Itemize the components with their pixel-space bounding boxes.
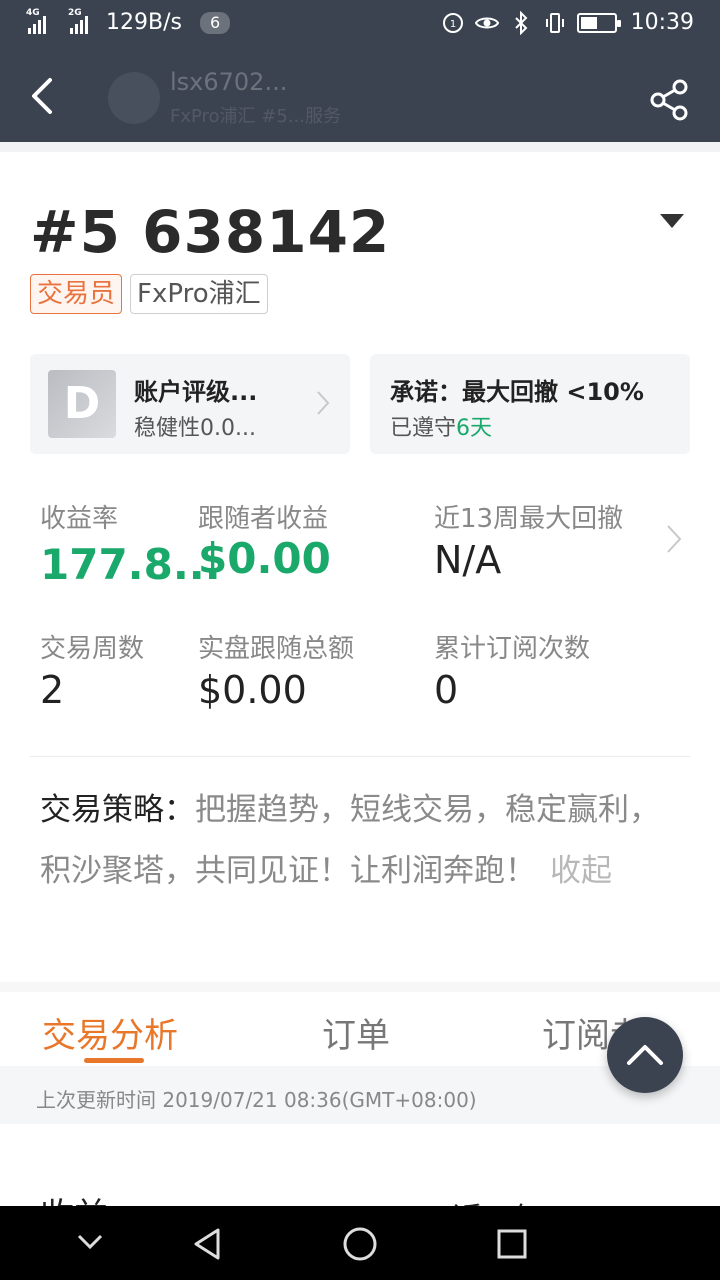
active-tab-indicator: [84, 1058, 144, 1063]
section-divider: [0, 982, 720, 992]
stat-value-drawdown: N/A: [434, 538, 502, 582]
account-tags: 交易员 FxPro浦汇: [30, 274, 268, 314]
stat-value-follower-profit: $0.00: [198, 534, 331, 583]
back-chevron-icon[interactable]: [24, 76, 64, 116]
collapse-link[interactable]: 收起: [550, 853, 612, 889]
chevron-up-icon: [627, 1045, 663, 1065]
broker-tag: FxPro浦汇: [130, 274, 268, 314]
commitment-days: 6天: [456, 416, 493, 441]
signal2-tag: 2G: [68, 7, 82, 18]
stat-label-subscriptions: 累计订阅次数: [434, 634, 591, 664]
eye-icon: [474, 17, 499, 28]
cell-signal-icon: 4G: [26, 8, 46, 34]
stat-label-follow-total: 实盘跟随总额: [198, 634, 355, 664]
rating-title: 账户评级...: [134, 378, 258, 406]
svg-text:1: 1: [449, 19, 455, 30]
signal1-tag: 4G: [26, 7, 40, 18]
stat-value-subscriptions: 0: [434, 668, 459, 712]
stat-label-return: 收益率: [40, 504, 119, 534]
home-circle-icon[interactable]: [342, 1226, 378, 1262]
dropdown-caret-icon[interactable]: [660, 214, 684, 228]
scroll-to-top-button[interactable]: [607, 1017, 683, 1093]
section-divider: [0, 142, 720, 152]
vibrate-icon: [545, 12, 564, 33]
clock: 10:39: [630, 10, 694, 35]
commitment-card: 承诺：最大回撤 <10% 已遵守6天: [370, 354, 690, 454]
strategy-text: 交易策略：把握趋势，短线交易，稳定赢利，积沙聚塔，共同见证！让利润奔跑！ 收起: [40, 780, 680, 902]
stat-label-weeks: 交易周数: [40, 634, 145, 664]
stat-label-drawdown: 近13周最大回撤: [434, 504, 624, 534]
stat-value-weeks: 2: [40, 668, 65, 712]
net-speed: 129B/s: [106, 10, 182, 35]
stat-label-follower-profit: 跟随者收益: [198, 504, 329, 534]
top-nav-bar: lsx6702... FxPro浦汇 #5...服务: [0, 50, 720, 142]
rating-subtitle: 稳健性0.0...: [134, 416, 256, 441]
chevron-down-icon[interactable]: [76, 1232, 104, 1252]
stat-value-return: 177.8...: [40, 540, 221, 589]
update-time: 上次更新时间 2019/07/21 08:36(GMT+08:00): [36, 1088, 477, 1112]
commitment-subtitle: 已遵守6天: [390, 410, 492, 442]
avatar: [108, 72, 160, 124]
notification-count-badge: 6: [199, 11, 231, 34]
recents-square-icon[interactable]: [496, 1228, 528, 1260]
account-id: #5 638142: [30, 198, 391, 266]
system-nav-bar: [0, 1206, 720, 1280]
battery-icon: [576, 12, 621, 33]
tab-orders[interactable]: 订单: [322, 1008, 390, 1057]
nav-title: lsx6702...: [170, 68, 288, 96]
divider: [30, 756, 690, 757]
data-saver-icon: 1: [442, 12, 463, 33]
chevron-right-icon: [317, 391, 330, 415]
commitment-title: 承诺：最大回撤 <10%: [390, 378, 644, 406]
bluetooth-icon: [514, 10, 528, 35]
grade-badge: D: [48, 370, 116, 438]
commitment-prefix: 已遵守: [390, 416, 457, 441]
back-triangle-icon[interactable]: [190, 1226, 224, 1262]
share-icon[interactable]: [648, 78, 692, 122]
cell-signal-2-icon: 2G: [68, 8, 88, 34]
nav-subtitle: FxPro浦汇 #5...服务: [170, 106, 341, 127]
stat-value-follow-total: $0.00: [198, 668, 307, 712]
tab-trade-analysis[interactable]: 交易分析: [42, 1008, 178, 1057]
role-tag: 交易员: [30, 274, 123, 314]
status-bar: 4G 2G 129B/s 6 1 10:39: [0, 0, 720, 50]
account-rating-card[interactable]: D 账户评级... 稳健性0.0...: [30, 354, 350, 454]
strategy-label: 交易策略：: [40, 792, 195, 828]
chevron-right-icon[interactable]: [666, 524, 682, 554]
